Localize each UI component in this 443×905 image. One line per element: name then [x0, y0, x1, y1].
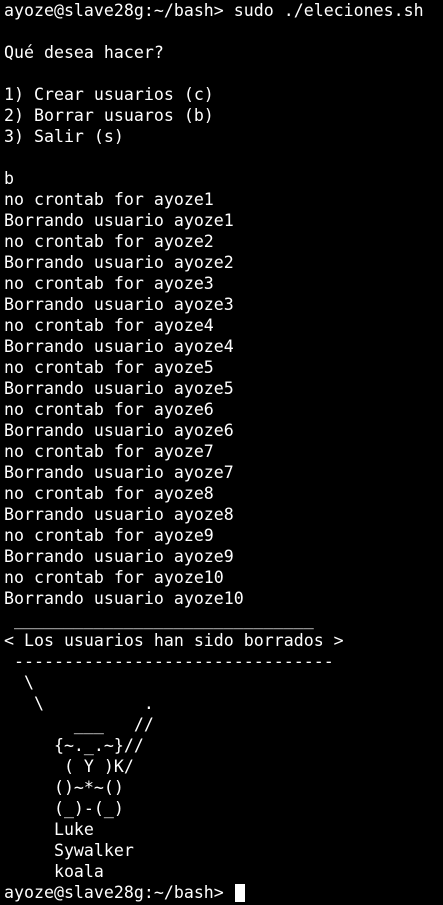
terminal-line: ( Y )K/: [4, 757, 134, 776]
terminal-line: Qué desea hacer?: [4, 43, 164, 62]
terminal-line: koala: [4, 862, 104, 881]
terminal-window[interactable]: ayoze@slave28g:~/bash> sudo ./eleciones.…: [0, 0, 443, 905]
terminal-line: 2) Borrar usuaros (b): [4, 106, 214, 125]
terminal-line: Borrando usuario ayoze1: [4, 211, 234, 230]
terminal-line: Borrando usuario ayoze6: [4, 421, 234, 440]
shell-prompt: ayoze@slave28g:~/bash>: [4, 883, 234, 902]
terminal-line: no crontab for ayoze10: [4, 568, 224, 587]
terminal-line: Borrando usuario ayoze3: [4, 295, 234, 314]
terminal-line: no crontab for ayoze6: [4, 400, 214, 419]
terminal-line: Sywalker: [4, 841, 134, 860]
terminal-line: no crontab for ayoze4: [4, 316, 214, 335]
terminal-line: no crontab for ayoze7: [4, 442, 214, 461]
terminal-line: no crontab for ayoze1: [4, 190, 214, 209]
terminal-output: ayoze@slave28g:~/bash> sudo ./eleciones.…: [4, 0, 443, 882]
terminal-line: Borrando usuario ayoze8: [4, 505, 234, 524]
terminal-line: \ .: [4, 694, 154, 713]
terminal-line: no crontab for ayoze9: [4, 526, 214, 545]
terminal-line: --------------------------------: [4, 652, 334, 671]
terminal-line: Borrando usuario ayoze9: [4, 547, 234, 566]
terminal-line: ()~*~(): [4, 778, 124, 797]
terminal-line: no crontab for ayoze2: [4, 232, 214, 251]
terminal-line: no crontab for ayoze3: [4, 274, 214, 293]
terminal-line: ___ //: [4, 715, 154, 734]
terminal-line: Borrando usuario ayoze4: [4, 337, 234, 356]
terminal-line: 1) Crear usuarios (c): [4, 85, 214, 104]
terminal-line: Borrando usuario ayoze5: [4, 379, 234, 398]
terminal-line: \: [4, 673, 34, 692]
terminal-line: Borrando usuario ayoze10: [4, 589, 244, 608]
terminal-line: ayoze@slave28g:~/bash> sudo ./eleciones.…: [4, 1, 424, 20]
terminal-line: b: [4, 169, 14, 188]
text-cursor: [234, 883, 245, 902]
terminal-line: {~._.~}//: [4, 736, 144, 755]
terminal-line: Borrando usuario ayoze2: [4, 253, 234, 272]
terminal-line: (_)-(_): [4, 799, 124, 818]
terminal-line: Borrando usuario ayoze7: [4, 463, 234, 482]
terminal-line: ______________________________: [4, 610, 314, 629]
terminal-prompt-line[interactable]: ayoze@slave28g:~/bash>: [4, 882, 443, 903]
terminal-line: 3) Salir (s): [4, 127, 124, 146]
terminal-line: Luke: [4, 820, 94, 839]
terminal-line: no crontab for ayoze8: [4, 484, 214, 503]
terminal-line: no crontab for ayoze5: [4, 358, 214, 377]
terminal-line: < Los usuarios han sido borrados >: [4, 631, 344, 650]
